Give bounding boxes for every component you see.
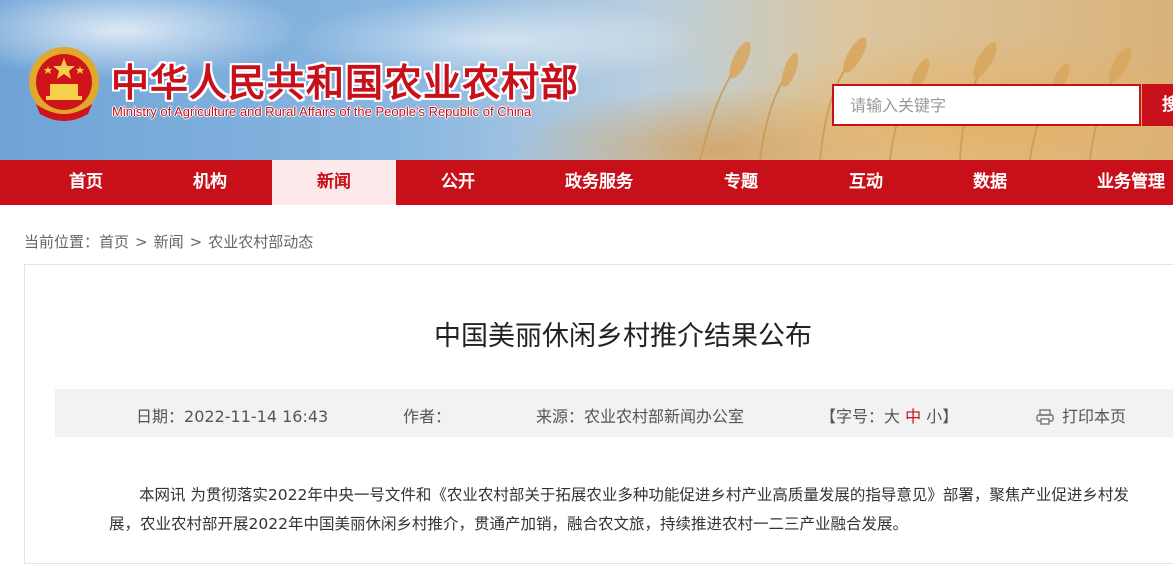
main-nav: 首页 机构 新闻 公开 政务服务 专题 互动 数据 业务管理 — [0, 160, 1173, 205]
header-banner: 中华人民共和国农业农村部 Ministry of Agriculture and… — [0, 0, 1173, 160]
breadcrumb-prefix: 当前位置： — [24, 233, 100, 251]
author-label: 作者： — [403, 407, 452, 426]
breadcrumb: 当前位置：首页 > 新闻 > 农业农村部动态 — [24, 231, 313, 252]
printer-icon — [1036, 409, 1054, 425]
breadcrumb-link-news[interactable]: 新闻 — [154, 233, 184, 251]
national-emblem-icon — [29, 47, 99, 121]
font-size-medium-button[interactable]: 中 — [905, 407, 921, 426]
date-label: 日期： — [136, 407, 185, 426]
print-button[interactable]: 打印本页 — [1036, 403, 1126, 427]
nav-item-home[interactable]: 首页 — [24, 160, 148, 205]
source-label: 来源： — [536, 407, 585, 426]
nav-item-gov-services[interactable]: 政务服务 — [520, 160, 678, 205]
wheat-field-image — [699, 37, 1132, 160]
article-date: 日期：2022-11-14 16:43 — [136, 403, 328, 427]
nav-item-interaction[interactable]: 互动 — [804, 160, 928, 205]
site-subtitle-en: Ministry of Agriculture and Rural Affair… — [112, 104, 532, 119]
breadcrumb-separator: > — [189, 233, 203, 251]
font-size-small-button[interactable]: 小 — [926, 407, 942, 426]
site-title: 中华人民共和国农业农村部 — [111, 60, 580, 105]
source-value: 农业农村部新闻办公室 — [584, 407, 745, 426]
nav-item-business[interactable]: 业务管理 — [1052, 160, 1173, 205]
date-value: 2022-11-14 16:43 — [184, 407, 329, 426]
article-author: 作者： — [403, 403, 451, 427]
search-input[interactable] — [834, 86, 1139, 124]
article-title: 中国美丽休闲乡村推介结果公布 — [434, 321, 812, 352]
article-source: 来源：农业农村部新闻办公室 — [536, 403, 744, 427]
font-size-label: 【字号： — [820, 407, 885, 426]
breadcrumb-link-ministry-news[interactable]: 农业农村部动态 — [208, 233, 313, 251]
nav-item-topics[interactable]: 专题 — [678, 160, 804, 205]
font-size-control: 【字号：大 中 小】 — [820, 403, 958, 427]
font-size-close: 】 — [942, 407, 959, 426]
search-button[interactable]: 搜 — [1142, 84, 1173, 126]
nav-item-organization[interactable]: 机构 — [148, 160, 272, 205]
breadcrumb-separator: > — [135, 233, 148, 251]
print-label: 打印本页 — [1062, 407, 1127, 426]
nav-item-public[interactable]: 公开 — [396, 160, 520, 205]
nav-item-news[interactable]: 新闻 — [272, 160, 396, 205]
breadcrumb-link-home[interactable]: 首页 — [99, 233, 129, 251]
article-paragraph: 本网讯 为贯彻落实2022年中央一号文件和《农业农村部关于拓展农业多种功能促进乡… — [109, 486, 1129, 533]
article-body: 本网讯 为贯彻落实2022年中央一号文件和《农业农村部关于拓展农业多种功能促进乡… — [109, 481, 1149, 539]
search-box — [832, 84, 1141, 126]
nav-item-data[interactable]: 数据 — [928, 160, 1052, 205]
font-size-large-button[interactable]: 大 — [884, 407, 900, 426]
